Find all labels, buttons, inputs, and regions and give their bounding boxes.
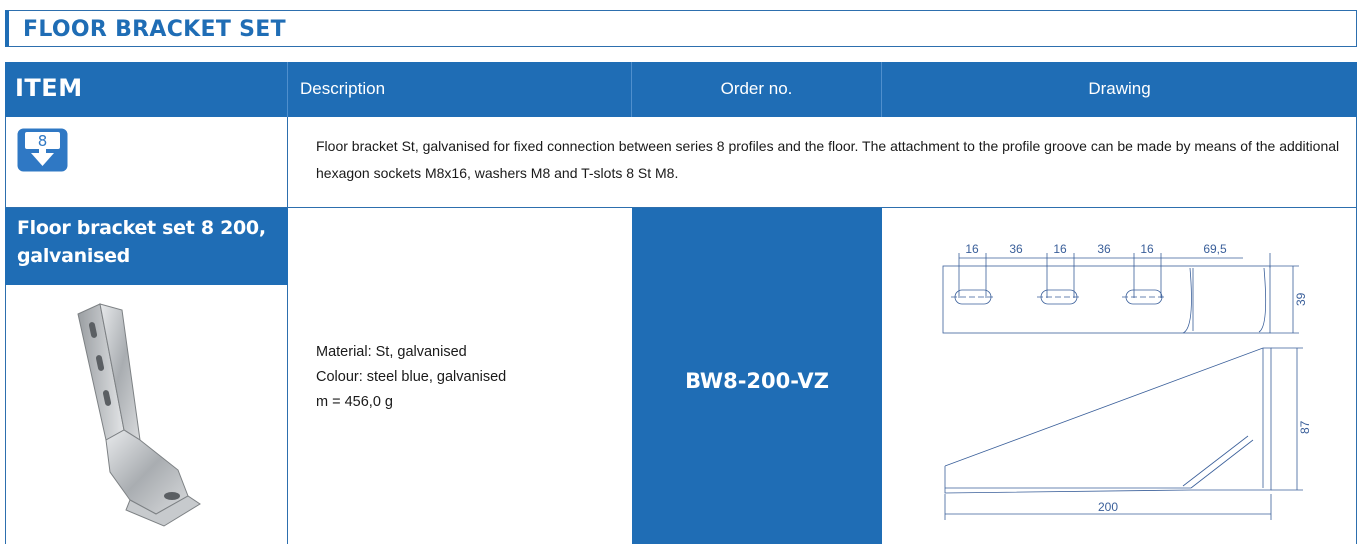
- title-bar: FLOOR BRACKET SET: [5, 10, 1357, 47]
- technical-drawing: 16 36 16 36 16 69,5 39 87 200: [883, 208, 1355, 544]
- product-title-line2: galvanised: [17, 245, 130, 267]
- table-right-border: [1356, 208, 1357, 544]
- product-title: Floor bracket set 8 200, galvanised: [5, 208, 288, 285]
- dim-69-5: 69,5: [1203, 242, 1227, 256]
- header-drawing: Drawing: [882, 62, 1357, 117]
- intro-description: Floor bracket St, galvanised for fixed c…: [316, 138, 1340, 181]
- spec-mass: m = 456,0 g: [316, 394, 393, 410]
- profile-series-icon: 8: [17, 128, 68, 172]
- spec-colour: Colour: steel blue, galvanised: [316, 369, 507, 385]
- profile-series-number: 8: [38, 132, 48, 150]
- product-title-line1: Floor bracket set 8 200,: [17, 217, 266, 239]
- dim-36-b: 36: [1097, 242, 1111, 256]
- dim-200: 200: [1098, 500, 1118, 514]
- dim-16-b: 16: [1053, 242, 1067, 256]
- column-divider: [287, 117, 288, 208]
- product-image: [60, 300, 230, 540]
- header-order-no: Order no.: [632, 62, 881, 117]
- header-item: ITEM: [5, 62, 287, 117]
- order-number-cell: BW8-200-VZ: [632, 208, 882, 544]
- dim-16-c: 16: [1140, 242, 1154, 256]
- header-description: Description: [288, 62, 631, 117]
- spec-material: Material: St, galvanised: [316, 344, 467, 360]
- dim-87: 87: [1298, 420, 1312, 434]
- dim-16-a: 16: [965, 242, 979, 256]
- header-divider: [631, 62, 632, 117]
- page-title: FLOOR BRACKET SET: [23, 17, 286, 42]
- dim-36-a: 36: [1009, 242, 1023, 256]
- dim-39: 39: [1294, 292, 1308, 306]
- order-number: BW8-200-VZ: [685, 369, 829, 393]
- header-divider: [287, 62, 288, 117]
- header-divider: [881, 62, 882, 117]
